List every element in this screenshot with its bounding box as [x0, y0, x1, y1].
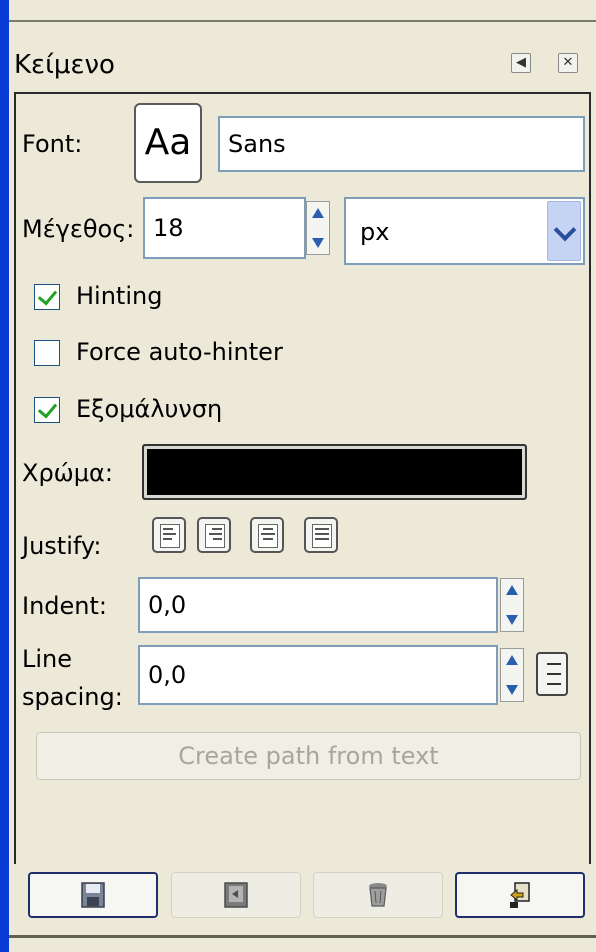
delete-button[interactable]: [313, 872, 443, 918]
line-spacing-spinner[interactable]: [500, 648, 524, 702]
chevron-down-icon: [553, 218, 577, 242]
antialias-checkbox[interactable]: [34, 397, 60, 423]
line-spacing-chain-icon[interactable]: [536, 652, 568, 696]
align-center-icon: [258, 524, 278, 548]
restore-icon: [224, 882, 248, 908]
checkmark-icon: [37, 398, 58, 419]
align-right-icon: [205, 524, 225, 548]
indent-spinner[interactable]: [500, 578, 524, 632]
spin-up-icon[interactable]: [506, 585, 518, 595]
save-icon: [81, 882, 105, 908]
indent-label: Indent:: [22, 592, 107, 620]
dialog-title: Κείμενο: [14, 50, 115, 80]
reset-button[interactable]: [455, 872, 585, 918]
close-icon[interactable]: ✕: [558, 53, 578, 73]
spin-down-icon[interactable]: [312, 238, 324, 248]
delete-icon: [369, 883, 387, 907]
antialias-label[interactable]: Εξομάλυνση: [76, 395, 222, 423]
save-button[interactable]: [28, 872, 158, 918]
tab-menu-icon[interactable]: ◀: [511, 53, 531, 73]
checkmark-icon: [37, 285, 58, 306]
line-spacing-label-line2: spacing:: [22, 683, 123, 711]
justify-left-button[interactable]: [152, 517, 186, 553]
align-left-icon: [160, 524, 180, 548]
justify-fill-button[interactable]: [304, 517, 338, 553]
color-swatch-button[interactable]: [142, 444, 527, 500]
spin-up-icon[interactable]: [506, 655, 518, 665]
spin-down-icon[interactable]: [506, 615, 518, 625]
justify-center-button[interactable]: [250, 517, 284, 553]
unit-dropdown[interactable]: px: [344, 197, 585, 265]
line-spacing-entry[interactable]: 0,0: [138, 645, 498, 705]
indent-entry[interactable]: 0,0: [138, 577, 498, 633]
justify-right-button[interactable]: [197, 517, 231, 553]
title-separator: [9, 20, 596, 22]
status-separator: [9, 935, 596, 938]
align-justify-icon: [312, 524, 332, 548]
justify-label: Justify:: [22, 532, 102, 560]
color-label: Χρώμα:: [22, 459, 113, 487]
font-preview-button[interactable]: Aa: [134, 103, 202, 183]
font-entry[interactable]: Sans: [218, 116, 585, 172]
line-spacing-label-line1: Line: [22, 645, 73, 673]
spin-down-icon[interactable]: [506, 685, 518, 695]
size-entry[interactable]: 18: [143, 197, 306, 259]
spin-up-icon[interactable]: [312, 208, 324, 218]
restore-button[interactable]: [171, 872, 301, 918]
reset-icon: [510, 882, 530, 908]
hinting-label[interactable]: Hinting: [76, 282, 162, 310]
create-path-button[interactable]: Create path from text: [36, 732, 581, 780]
dropdown-arrow-button[interactable]: [547, 201, 581, 261]
unit-value: px: [360, 218, 390, 246]
hinting-checkbox[interactable]: [34, 284, 60, 310]
force-autohinter-label[interactable]: Force auto-hinter: [76, 338, 283, 366]
size-label: Μέγεθος:: [22, 215, 135, 243]
force-autohinter-checkbox[interactable]: [34, 340, 60, 366]
size-spinner[interactable]: [306, 201, 330, 255]
font-label: Font:: [22, 130, 83, 158]
